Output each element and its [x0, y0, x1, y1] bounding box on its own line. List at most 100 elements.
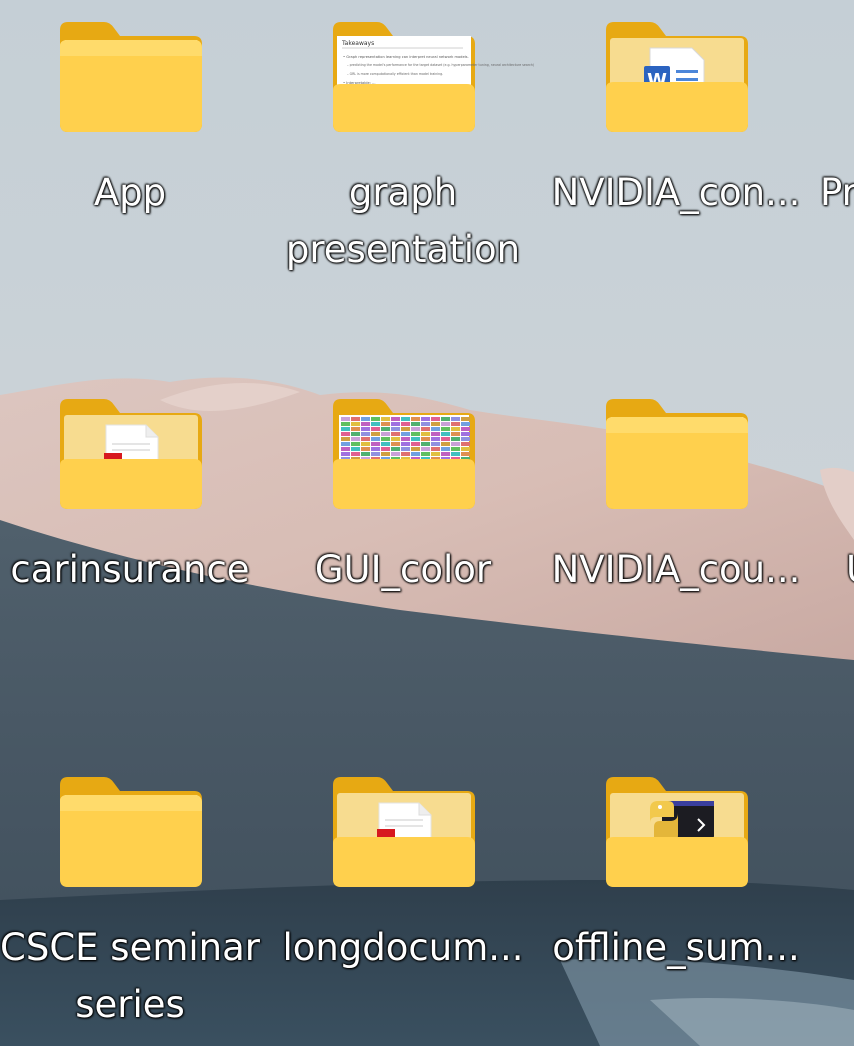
slide-bullet: – GRL is more computationally efficient … [347, 72, 443, 76]
slide-bullet: – predicting the model's performance for… [347, 63, 534, 67]
palette-swatch [391, 432, 400, 436]
folder-icon [60, 20, 202, 132]
palette-swatch [421, 452, 430, 456]
palette-swatch [401, 422, 410, 426]
folder-icon [60, 775, 202, 887]
palette-swatch [341, 417, 350, 421]
palette-swatch [381, 437, 390, 441]
palette-swatch [431, 432, 440, 436]
palette-swatch [401, 417, 410, 421]
icon-label-line2: series [75, 983, 185, 1026]
palette-swatch [401, 432, 410, 436]
palette-swatch [371, 447, 380, 451]
icon-label: carinsurance [10, 548, 250, 591]
palette-swatch [461, 422, 470, 426]
palette-swatch [411, 442, 420, 446]
palette-swatch [381, 442, 390, 446]
folder-icon: Takeaways • Graph representation learnin… [333, 20, 534, 132]
palette-swatch [431, 452, 440, 456]
palette-swatch [461, 437, 470, 441]
palette-swatch [411, 437, 420, 441]
palette-swatch [441, 422, 450, 426]
palette-swatch [391, 447, 400, 451]
palette-swatch [341, 432, 350, 436]
palette-swatch [451, 447, 460, 451]
slide-bullet: • Graph representation learning can inte… [343, 55, 469, 59]
folder-icon [333, 397, 475, 509]
slide-title: Takeaways [341, 40, 374, 47]
icon-label: CSCE seminar [0, 926, 260, 969]
palette-swatch [411, 417, 420, 421]
folder-icon [333, 775, 475, 887]
palette-swatch [431, 427, 440, 431]
palette-swatch [391, 427, 400, 431]
palette-swatch [391, 422, 400, 426]
icon-label: App [93, 171, 167, 214]
palette-swatch [401, 452, 410, 456]
palette-swatch [371, 417, 380, 421]
palette-swatch [351, 427, 360, 431]
palette-swatch [401, 437, 410, 441]
palette-swatch [441, 437, 450, 441]
palette-swatch [431, 442, 440, 446]
palette-swatch [451, 422, 460, 426]
palette-swatch [381, 422, 390, 426]
palette-swatch [371, 422, 380, 426]
palette-swatch [461, 447, 470, 451]
palette-swatch [401, 427, 410, 431]
palette-swatch [401, 447, 410, 451]
folder-icon [606, 397, 748, 509]
palette-swatch [341, 422, 350, 426]
palette-swatch [341, 427, 350, 431]
palette-swatch [411, 422, 420, 426]
icon-label: graph [348, 171, 458, 214]
palette-swatch [391, 417, 400, 421]
palette-swatch [441, 432, 450, 436]
icon-label: NVIDIA_cou... [551, 548, 801, 591]
palette-swatch [461, 442, 470, 446]
palette-swatch [441, 447, 450, 451]
palette-swatch [351, 417, 360, 421]
palette-swatch [411, 447, 420, 451]
palette-swatch [351, 452, 360, 456]
palette-swatch [381, 417, 390, 421]
partial-icon-label[interactable]: Pr [820, 165, 854, 221]
palette-swatch [341, 447, 350, 451]
palette-swatch [361, 452, 370, 456]
folder-icon [60, 397, 202, 509]
palette-swatch [381, 452, 390, 456]
palette-swatch [411, 452, 420, 456]
palette-swatch [361, 422, 370, 426]
palette-swatch [401, 442, 410, 446]
desktop[interactable]: App Takeaways • Graph representation lea… [0, 0, 854, 1046]
icon-label: NVIDIA_con... [551, 171, 801, 214]
palette-swatch [411, 427, 420, 431]
palette-swatch [381, 432, 390, 436]
palette-swatch [461, 417, 470, 421]
palette-swatch [391, 437, 400, 441]
palette-swatch [411, 432, 420, 436]
palette-swatch [451, 417, 460, 421]
palette-swatch [341, 437, 350, 441]
palette-swatch [421, 432, 430, 436]
palette-swatch [421, 442, 430, 446]
palette-swatch [351, 432, 360, 436]
palette-swatch [381, 427, 390, 431]
palette-swatch [351, 422, 360, 426]
palette-swatch [451, 442, 460, 446]
palette-swatch [361, 447, 370, 451]
palette-swatch [461, 427, 470, 431]
folder-icon [606, 775, 748, 887]
palette-swatch [341, 442, 350, 446]
palette-swatch [361, 417, 370, 421]
palette-swatch [451, 452, 460, 456]
palette-swatch [351, 447, 360, 451]
wallpaper [0, 0, 854, 1046]
palette-swatch [441, 417, 450, 421]
partial-icon-label[interactable]: U [846, 542, 854, 598]
palette-swatch [421, 437, 430, 441]
palette-swatch [421, 422, 430, 426]
palette-swatch [431, 417, 440, 421]
palette-swatch [461, 432, 470, 436]
palette-swatch [371, 452, 380, 456]
